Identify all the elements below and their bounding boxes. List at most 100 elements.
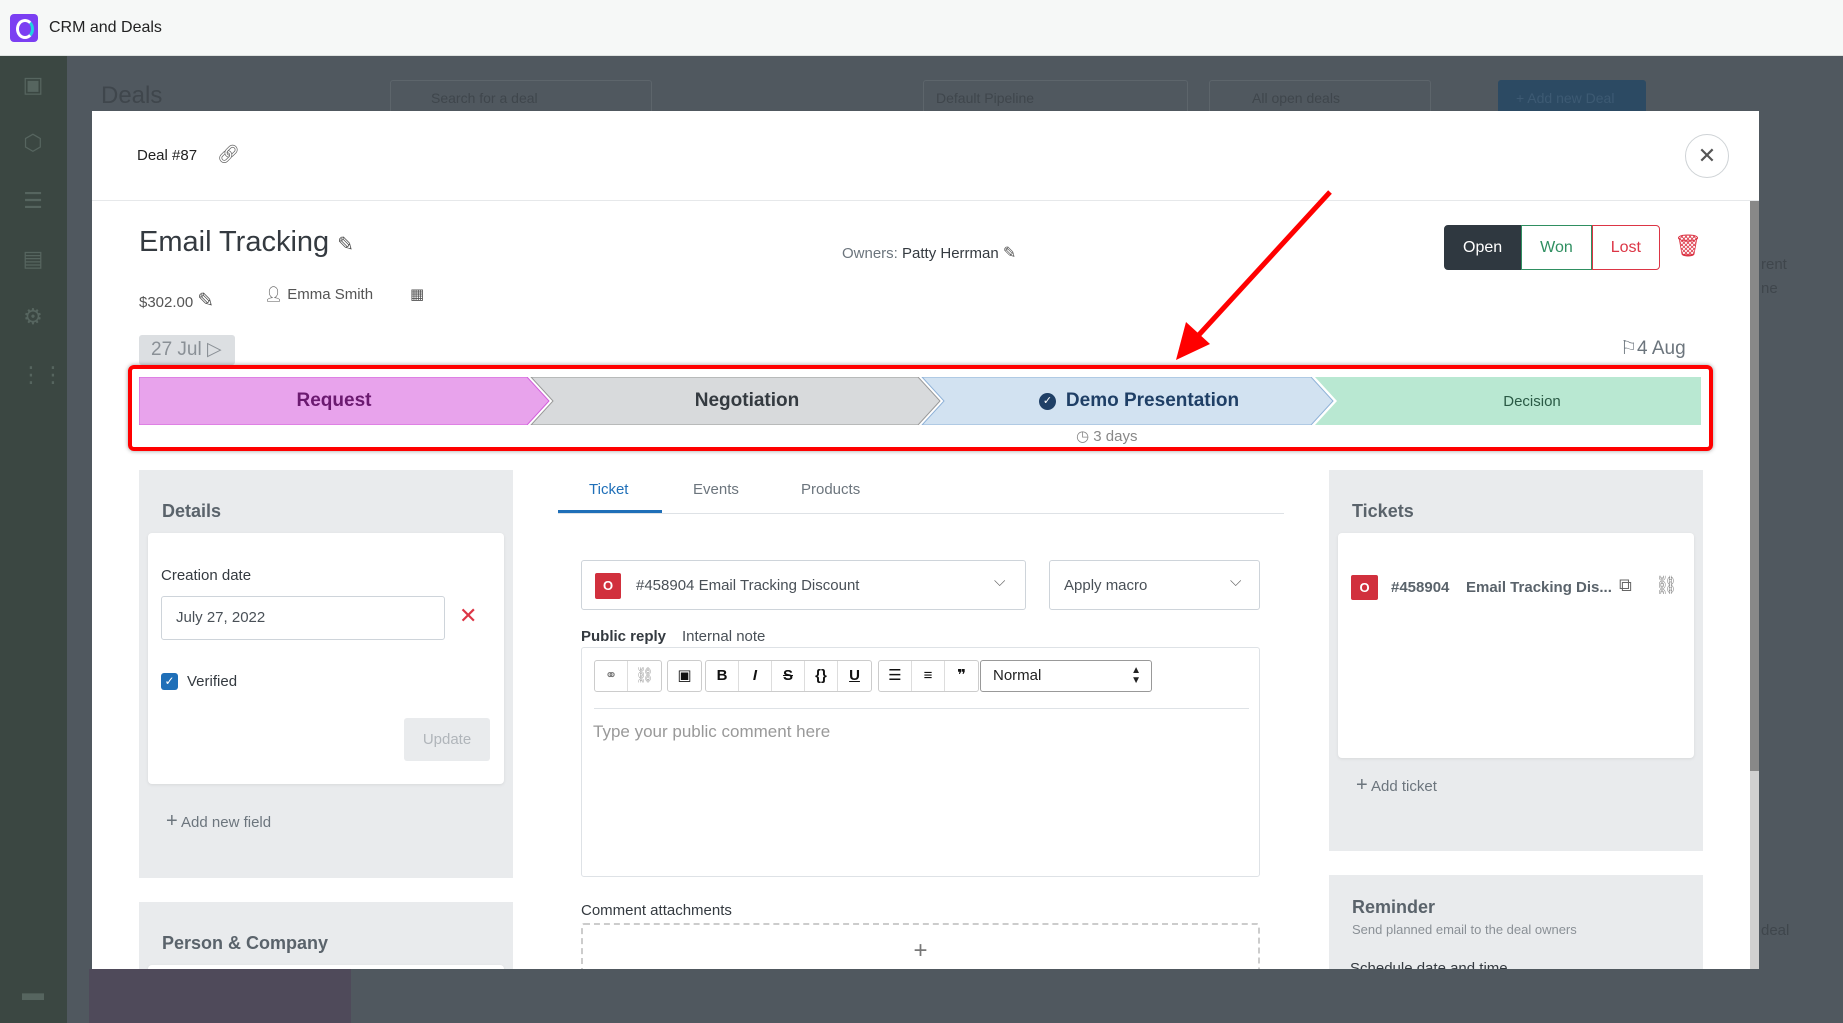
ticket-select-value: #458904 Email Tracking Discount (636, 577, 860, 594)
details-card: Creation date July 27, 2022 ✕ ✓ Verified… (148, 533, 504, 784)
person-company-card (148, 965, 504, 969)
edit-pencil-icon[interactable]: ✎ (1003, 245, 1016, 262)
image-group: ▣ (667, 660, 702, 692)
open-button[interactable]: Open (1444, 225, 1522, 270)
trash-icon[interactable]: 🗑︎ (1674, 233, 1702, 259)
attachments-dropzone[interactable]: + (581, 923, 1260, 969)
bold-icon[interactable]: B (706, 661, 739, 691)
bg-column (89, 969, 351, 1023)
tab-public-reply[interactable]: Public reply (581, 628, 666, 645)
tickets-title: Tickets (1352, 501, 1414, 521)
reminder-subtitle: Send planned email to the deal owners (1352, 922, 1577, 937)
contact-name: Emma Smith (287, 286, 374, 303)
add-ticket-text: Add ticket (1371, 778, 1437, 795)
bullet-list-icon[interactable]: ☰ (879, 661, 912, 691)
start-date-chip: 27 Jul ▷ (139, 335, 235, 365)
ticket-id: #458904 (1391, 579, 1450, 596)
active-tab-indicator (558, 510, 662, 513)
add-ticket-link[interactable]: + Add ticket (1356, 774, 1437, 797)
bg-text: rent (1761, 256, 1787, 273)
owners: Owners: Patty Herrman ✎ (842, 243, 1016, 263)
clear-x-icon[interactable]: ✕ (459, 603, 477, 629)
attachments-label: Comment attachments (581, 902, 732, 919)
unlink-icon[interactable]: ⛓ (1655, 575, 1678, 596)
end-date: ⚐4 Aug (1620, 337, 1686, 360)
edit-pencil-icon[interactable]: ✎ (197, 290, 214, 312)
bg-page-title: Deals (101, 82, 163, 109)
deal-number: Deal #87 (137, 147, 198, 164)
ticket-select[interactable]: O #458904 Email Tracking Discount ⌵ (581, 560, 1026, 610)
status-toggle: Open Won Lost (1444, 225, 1660, 270)
sidebar: ▣ ⬡ ☰ ▤ ⚙ ⋮⋮ ▬ (0, 56, 67, 1023)
link-icon[interactable]: ⚭ (595, 661, 628, 691)
deal-modal: Deal #87 🔗︎ ✕ Email Tracking ✎ Owners: P… (92, 111, 1759, 969)
comment-textarea[interactable]: Type your public comment here (593, 722, 830, 742)
plus-icon: + (166, 810, 178, 832)
briefcase-icon[interactable]: ▣ (20, 74, 46, 96)
updown-icon: ▲ ▼ (1131, 665, 1141, 686)
numbered-list-icon[interactable]: ≡ (912, 661, 945, 691)
toolbar-divider (594, 708, 1249, 709)
apply-macro-select[interactable]: Apply macro ⌵ (1049, 560, 1260, 610)
format-group: B I S{} U (705, 660, 872, 692)
italic-icon[interactable]: I (739, 661, 772, 691)
tickets-card: O #458904 Email Tracking Dis... ⧉ ⛓ (1338, 533, 1694, 758)
link-icon[interactable]: 🔗︎ (217, 144, 240, 165)
tab-products[interactable]: Products (801, 481, 860, 498)
building-icon[interactable]: ▦ (410, 285, 424, 303)
verified-checkbox[interactable]: ✓ (161, 673, 178, 690)
edit-pencil-icon[interactable]: ✎ (337, 234, 354, 256)
contact[interactable]: 👤︎ Emma Smith (264, 285, 373, 303)
won-button[interactable]: Won (1521, 225, 1592, 270)
verified-label: Verified (187, 673, 238, 690)
strikethrough-icon[interactable]: S (772, 661, 805, 691)
apps-grid-icon[interactable]: ⋮⋮ (20, 364, 64, 386)
tab-internal-note[interactable]: Internal note (682, 628, 765, 645)
plus-icon: + (913, 937, 928, 964)
code-icon[interactable]: {} (805, 661, 838, 691)
contacts-icon[interactable]: ☰ (20, 190, 46, 212)
ticket-badge: O (1351, 575, 1378, 600)
owners-label: Owners: (842, 245, 898, 262)
tabs-divider (558, 513, 1284, 514)
gear-icon[interactable]: ⚙ (20, 306, 46, 328)
external-link-icon[interactable]: ⧉ (1619, 575, 1632, 596)
quote-icon[interactable]: ❞ (945, 661, 978, 691)
cube-icon[interactable]: ⬡ (20, 132, 46, 154)
unlink-icon[interactable]: ⛓ (628, 661, 661, 691)
apply-macro-label: Apply macro (1064, 577, 1148, 594)
deal-amount[interactable]: $302.00 ✎ (139, 288, 214, 313)
plus-icon: + (1356, 774, 1368, 796)
chart-icon[interactable]: ▤ (20, 248, 46, 270)
chat-icon[interactable]: ▬ (20, 982, 46, 1004)
chevron-down-icon: ⌵ (994, 573, 1006, 590)
deal-title[interactable]: Email Tracking ✎ (139, 226, 354, 259)
chevron-down-icon: ⌵ (1230, 573, 1242, 590)
ticket-title[interactable]: Email Tracking Dis... (1466, 579, 1612, 596)
creation-date-input[interactable]: July 27, 2022 (161, 596, 445, 640)
schedule-label: Schedule date and time (1350, 960, 1508, 969)
reply-editor: ⚭ ⛓ ▣ B I S{} U ☰ ≡ ❞ Normal ▲ ▼ Type your publi… (581, 647, 1260, 877)
list-group: ☰ ≡ ❞ (878, 660, 979, 692)
app-logo (10, 14, 38, 42)
update-button[interactable]: Update (404, 718, 490, 761)
image-icon[interactable]: ▣ (668, 661, 701, 691)
add-new-field-link[interactable]: + Add new field (166, 810, 271, 833)
bg-text: deal (1761, 922, 1790, 939)
link-group: ⚭ ⛓ (594, 660, 662, 692)
lost-button[interactable]: Lost (1591, 225, 1660, 270)
underline-icon[interactable]: U (838, 661, 871, 691)
bg-text: ne (1761, 280, 1778, 297)
reminder-title: Reminder (1352, 897, 1436, 917)
deal-title-text: Email Tracking (139, 226, 330, 258)
app-titlebar: CRM and Deals (0, 0, 1843, 56)
format-value: Normal (993, 667, 1042, 684)
format-select[interactable]: Normal ▲ ▼ (980, 660, 1152, 692)
flag-icon: ⚐ (1620, 338, 1638, 359)
close-button[interactable]: ✕ (1685, 134, 1729, 178)
scrollbar-thumb[interactable] (1750, 201, 1759, 771)
person-company-title: Person & Company (162, 933, 329, 953)
ticket-item[interactable]: O #458904 Email Tracking Dis... ⧉ ⛓ (1351, 575, 1681, 603)
tab-ticket[interactable]: Ticket (589, 481, 628, 498)
tab-events[interactable]: Events (693, 481, 739, 498)
